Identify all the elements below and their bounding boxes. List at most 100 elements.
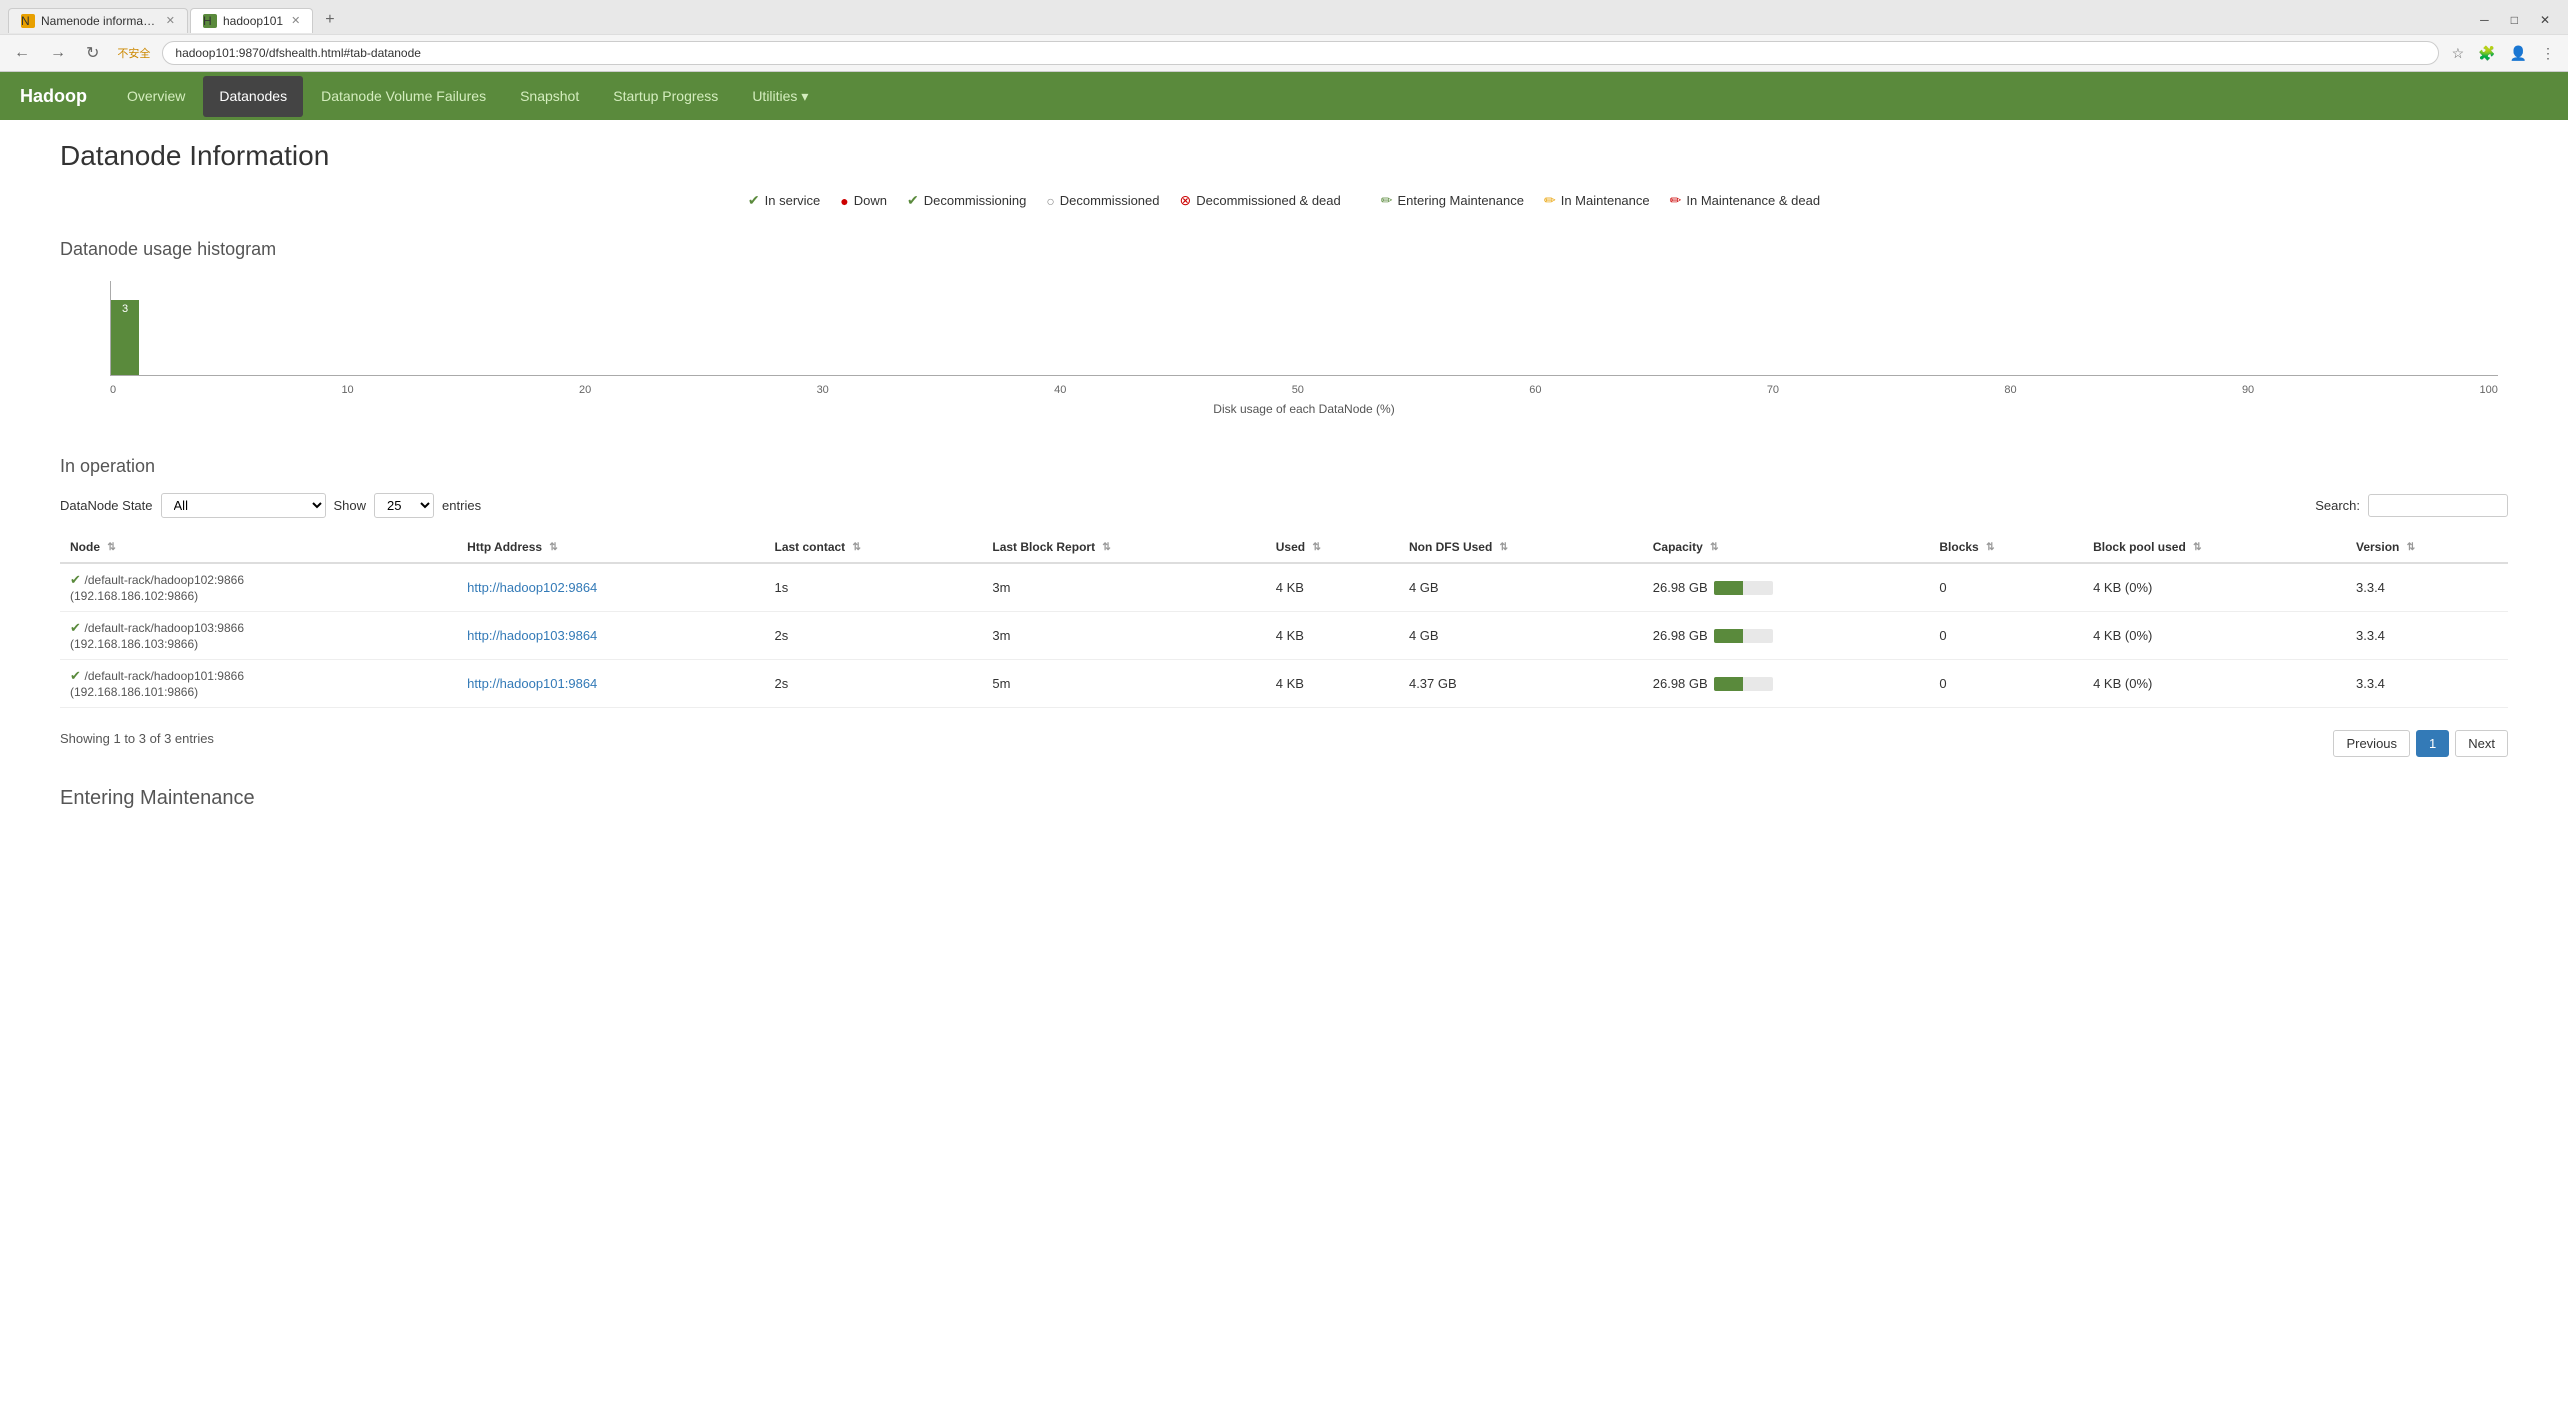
legend-decommissioned: ○ Decommissioned bbox=[1046, 192, 1159, 209]
profile-button[interactable]: 👤 bbox=[2505, 42, 2532, 65]
col-http-label: Http Address bbox=[467, 540, 542, 554]
datanode-state-select[interactable]: All In Service Decommissioning Decommiss… bbox=[161, 493, 326, 518]
browser-chrome: N Namenode information ✕ H hadoop101 ✕ +… bbox=[0, 0, 2568, 72]
cell-capacity-1: 26.98 GB bbox=[1643, 612, 1930, 660]
node-path-1: /default-rack/hadoop103:9866(192.168.186… bbox=[70, 621, 244, 651]
cell-block-pool-used-2: 4 KB (0%) bbox=[2083, 660, 2346, 708]
url-bar[interactable] bbox=[162, 41, 2438, 65]
histogram-section: Datanode usage histogram 3 0 10 20 30 40… bbox=[60, 239, 2508, 416]
pagination-row: Showing 1 to 3 of 3 entries Previous 1 N… bbox=[60, 720, 2508, 757]
controls-left: DataNode State All In Service Decommissi… bbox=[60, 493, 481, 518]
previous-button[interactable]: Previous bbox=[2333, 730, 2410, 757]
col-non-dfs-used[interactable]: Non DFS Used ⇅ bbox=[1399, 532, 1643, 563]
nav-item-overview[interactable]: Overview bbox=[111, 76, 201, 117]
entries-select[interactable]: 10 25 50 100 bbox=[374, 493, 434, 518]
bar-value-label: 3 bbox=[122, 300, 128, 315]
entering-maintenance-label: Entering Maintenance bbox=[1398, 193, 1524, 208]
sort-node-icon: ⇅ bbox=[107, 542, 115, 553]
x-label-0: 0 bbox=[110, 384, 116, 396]
cell-blocks-1: 0 bbox=[1929, 612, 2083, 660]
extensions-button[interactable]: 🧩 bbox=[2473, 42, 2500, 65]
sort-version-icon: ⇅ bbox=[2407, 542, 2415, 553]
cell-last-block-report-1: 3m bbox=[982, 612, 1265, 660]
search-input[interactable] bbox=[2368, 494, 2508, 517]
col-blocks[interactable]: Blocks ⇅ bbox=[1929, 532, 2083, 563]
col-block-pool-used[interactable]: Block pool used ⇅ bbox=[2083, 532, 2346, 563]
cell-block-pool-used-1: 4 KB (0%) bbox=[2083, 612, 2346, 660]
http-address-link-1[interactable]: http://hadoop103:9864 bbox=[467, 628, 597, 643]
restore-button[interactable]: □ bbox=[2501, 9, 2528, 31]
showing-text: Showing 1 to 3 of 3 entries bbox=[60, 731, 214, 746]
cell-capacity-0: 26.98 GB bbox=[1643, 563, 1930, 612]
legend-in-service: ✔ In service bbox=[748, 192, 820, 209]
browser-actions: ☆ 🧩 👤 ⋮ bbox=[2447, 42, 2560, 65]
sort-used-icon: ⇅ bbox=[1312, 542, 1320, 553]
cell-version-2: 3.3.4 bbox=[2346, 660, 2508, 708]
col-capacity[interactable]: Capacity ⇅ bbox=[1643, 532, 1930, 563]
nav-item-snapshot[interactable]: Snapshot bbox=[504, 76, 595, 117]
table-row: ✔ /default-rack/hadoop103:9866(192.168.1… bbox=[60, 612, 2508, 660]
close-button[interactable]: ✕ bbox=[2530, 9, 2560, 31]
minimize-button[interactable]: ─ bbox=[2470, 9, 2499, 31]
x-label-60: 60 bbox=[1529, 384, 1541, 396]
refresh-button[interactable]: ↻ bbox=[80, 41, 105, 65]
controls-right: Search: bbox=[2315, 494, 2508, 517]
cell-last-block-report-0: 3m bbox=[982, 563, 1265, 612]
col-used[interactable]: Used ⇅ bbox=[1266, 532, 1399, 563]
back-button[interactable]: ← bbox=[8, 42, 36, 64]
in-service-label: In service bbox=[765, 193, 821, 208]
x-axis-labels: 0 10 20 30 40 50 60 70 80 90 100 bbox=[110, 384, 2498, 396]
histogram-bar: 3 bbox=[111, 300, 139, 375]
tab-hadoop101-close[interactable]: ✕ bbox=[291, 14, 300, 27]
nav-item-startup-progress[interactable]: Startup Progress bbox=[597, 76, 734, 117]
nav-item-utilities[interactable]: Utilities bbox=[736, 76, 824, 117]
new-tab-button[interactable]: + bbox=[315, 6, 344, 34]
entering-maintenance-icon: ✏ bbox=[1381, 192, 1393, 209]
col-version-label: Version bbox=[2356, 540, 2399, 554]
next-button[interactable]: Next bbox=[2455, 730, 2508, 757]
down-label: Down bbox=[854, 193, 887, 208]
node-check-icon-2: ✔ bbox=[70, 668, 81, 683]
menu-button[interactable]: ⋮ bbox=[2536, 42, 2560, 65]
col-node-label: Node bbox=[70, 540, 100, 554]
cell-node-1: ✔ /default-rack/hadoop103:9866(192.168.1… bbox=[60, 612, 457, 660]
cell-non-dfs-used-1: 4 GB bbox=[1399, 612, 1643, 660]
forward-button[interactable]: → bbox=[44, 42, 72, 64]
bookmark-button[interactable]: ☆ bbox=[2447, 42, 2470, 65]
http-address-link-0[interactable]: http://hadoop102:9864 bbox=[467, 580, 597, 595]
col-last-contact-label: Last contact bbox=[775, 540, 846, 554]
datanode-state-label: DataNode State bbox=[60, 498, 153, 513]
tab-hadoop101[interactable]: H hadoop101 ✕ bbox=[190, 8, 313, 33]
x-label-90: 90 bbox=[2242, 384, 2254, 396]
capacity-text-1: 26.98 GB bbox=[1653, 628, 1708, 643]
cell-last-contact-0: 1s bbox=[765, 563, 983, 612]
col-node[interactable]: Node ⇅ bbox=[60, 532, 457, 563]
col-last-block-report[interactable]: Last Block Report ⇅ bbox=[982, 532, 1265, 563]
cell-blocks-0: 0 bbox=[1929, 563, 2083, 612]
legend-in-maintenance: ✏ In Maintenance bbox=[1544, 192, 1650, 209]
http-address-link-2[interactable]: http://hadoop101:9864 bbox=[467, 676, 597, 691]
x-label-40: 40 bbox=[1054, 384, 1066, 396]
capacity-bar-fill-0 bbox=[1714, 581, 1744, 595]
legend-down: ● Down bbox=[840, 192, 887, 209]
page-1-button[interactable]: 1 bbox=[2416, 730, 2449, 757]
col-version[interactable]: Version ⇅ bbox=[2346, 532, 2508, 563]
cell-blocks-2: 0 bbox=[1929, 660, 2083, 708]
tab-namenode-close[interactable]: ✕ bbox=[166, 14, 175, 27]
address-bar: ← → ↻ 不安全 ☆ 🧩 👤 ⋮ bbox=[0, 34, 2568, 71]
cell-used-1: 4 KB bbox=[1266, 612, 1399, 660]
col-http-address[interactable]: Http Address ⇅ bbox=[457, 532, 764, 563]
cell-last-contact-2: 2s bbox=[765, 660, 983, 708]
col-last-contact[interactable]: Last contact ⇅ bbox=[765, 532, 983, 563]
cell-node-2: ✔ /default-rack/hadoop101:9866(192.168.1… bbox=[60, 660, 457, 708]
tab-hadoop101-label: hadoop101 bbox=[223, 14, 283, 28]
brand-label: Hadoop bbox=[20, 86, 87, 107]
cell-non-dfs-used-2: 4.37 GB bbox=[1399, 660, 1643, 708]
node-check-icon-1: ✔ bbox=[70, 620, 81, 635]
tab-namenode[interactable]: N Namenode information ✕ bbox=[8, 8, 188, 33]
tab-favicon-2: H bbox=[203, 14, 217, 28]
nav-item-datanode-volume-failures[interactable]: Datanode Volume Failures bbox=[305, 76, 502, 117]
in-operation-section: In operation DataNode State All In Servi… bbox=[60, 456, 2508, 757]
in-maintenance-icon: ✏ bbox=[1544, 192, 1556, 209]
nav-item-datanodes[interactable]: Datanodes bbox=[203, 76, 303, 117]
